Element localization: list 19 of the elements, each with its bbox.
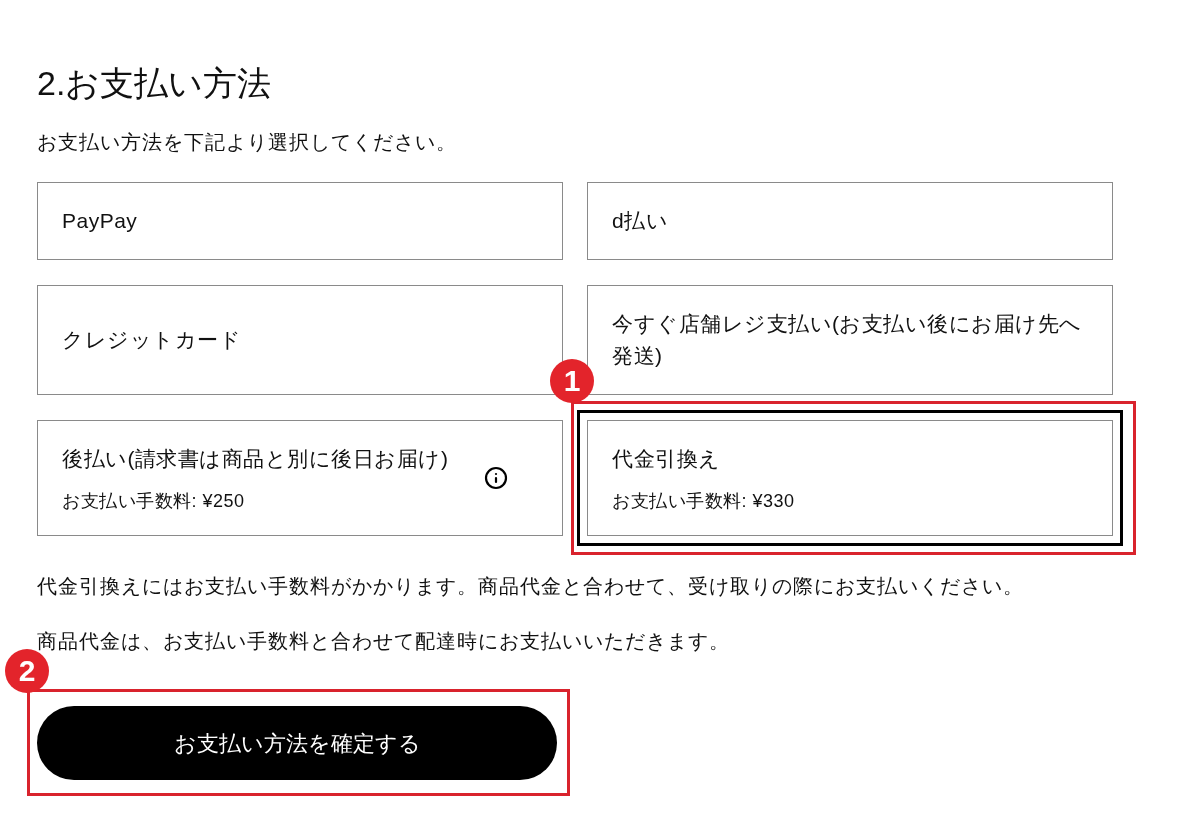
fee-text: お支払い手数料: ¥250 — [62, 490, 245, 513]
section-title: 2.お支払い方法 — [37, 63, 272, 104]
option-label: 後払い(請求書は商品と別に後日お届け) — [62, 446, 450, 472]
payment-option[interactable]: 後払い(請求書は商品と別に後日お届け) お支払い手数料: ¥250 — [37, 420, 563, 536]
note-text: 代金引換えにはお支払い手数料がかかります。商品代金と合わせて、受け取りの際にお支払いください。 — [37, 574, 1024, 599]
confirm-button[interactable]: お支払い方法を確定する — [37, 706, 557, 780]
payment-option[interactable]: クレジットカード — [37, 285, 563, 395]
fee-text: お支払い手数料: ¥330 — [612, 490, 795, 513]
option-label: 今すぐ店舗レジ支払い(お支払い後にお届け先へ発送) — [612, 311, 1083, 369]
payment-option[interactable]: 代金引換え お支払い手数料: ¥330 — [577, 410, 1123, 546]
instruction-text: お支払い方法を下記より選択してください。 — [37, 130, 457, 155]
payment-option[interactable]: d払い — [587, 182, 1113, 260]
payment-option[interactable]: PayPay — [37, 182, 563, 260]
option-label: PayPay — [62, 208, 139, 234]
option-label: d払い — [612, 208, 670, 234]
payment-option[interactable]: 今すぐ店舗レジ支払い(お支払い後にお届け先へ発送) — [587, 285, 1113, 395]
option-label: 代金引換え — [612, 446, 722, 472]
info-icon[interactable] — [484, 466, 508, 490]
option-label: クレジットカード — [62, 327, 242, 353]
